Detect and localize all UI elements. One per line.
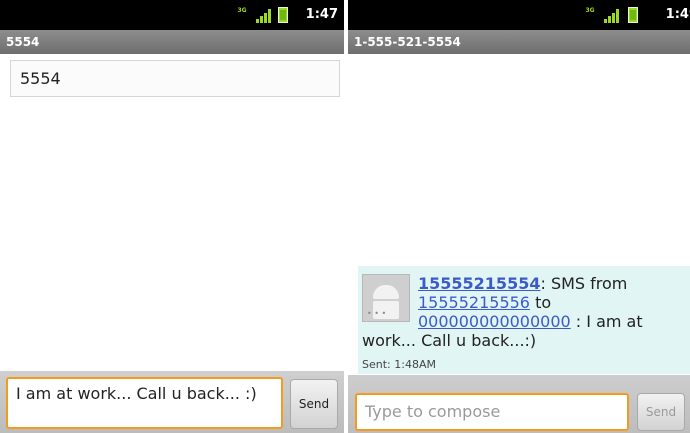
conversation-title: 1-555-521-5554 bbox=[348, 30, 690, 54]
to-number-link[interactable]: 000000000000000 bbox=[418, 312, 571, 331]
network-type-label: 3G bbox=[237, 7, 247, 14]
network-3g-icon: 3G bbox=[584, 7, 596, 23]
message-text-part: to bbox=[529, 293, 552, 312]
status-bar: 3G 1:49 bbox=[348, 0, 690, 30]
network-type-label: 3G bbox=[585, 7, 595, 14]
composer-bar: Type to compose Send bbox=[348, 375, 690, 433]
conversation-screen: 3G 1:49 1-555-521-5554 • • • 15555215554… bbox=[348, 0, 690, 433]
message-text-part: : SMS from bbox=[540, 274, 628, 293]
compose-input[interactable]: I am at work... Call u back... :) bbox=[6, 377, 283, 429]
from-number-link[interactable]: 15555215556 bbox=[418, 293, 530, 312]
status-bar: 3G 1:47 bbox=[0, 0, 344, 30]
status-time: 1:49 bbox=[665, 7, 690, 22]
network-3g-icon: 3G bbox=[236, 7, 248, 23]
status-time: 1:47 bbox=[305, 7, 338, 22]
send-button[interactable]: Send bbox=[290, 379, 338, 429]
sender-link[interactable]: 15555215554 bbox=[418, 274, 540, 293]
recipient-field[interactable]: 5554 bbox=[10, 60, 340, 97]
battery-icon bbox=[278, 7, 288, 23]
sent-timestamp: Sent: 1:48AM bbox=[362, 358, 436, 371]
battery-icon bbox=[628, 7, 638, 23]
conversation-title: 5554 bbox=[0, 30, 344, 54]
compose-screen: 3G 1:47 5554 5554 I am at work... Call u… bbox=[0, 0, 344, 433]
signal-icon bbox=[256, 9, 272, 23]
send-button[interactable]: Send bbox=[637, 393, 685, 431]
composer-bar: I am at work... Call u back... :) Send bbox=[0, 371, 344, 433]
message-bubble[interactable]: • • • 15555215554: SMS from 15555215556 … bbox=[358, 266, 690, 374]
message-text: 15555215554: SMS from 15555215556 to 000… bbox=[362, 274, 682, 350]
compose-input[interactable]: Type to compose bbox=[355, 393, 629, 431]
signal-icon bbox=[604, 9, 620, 23]
